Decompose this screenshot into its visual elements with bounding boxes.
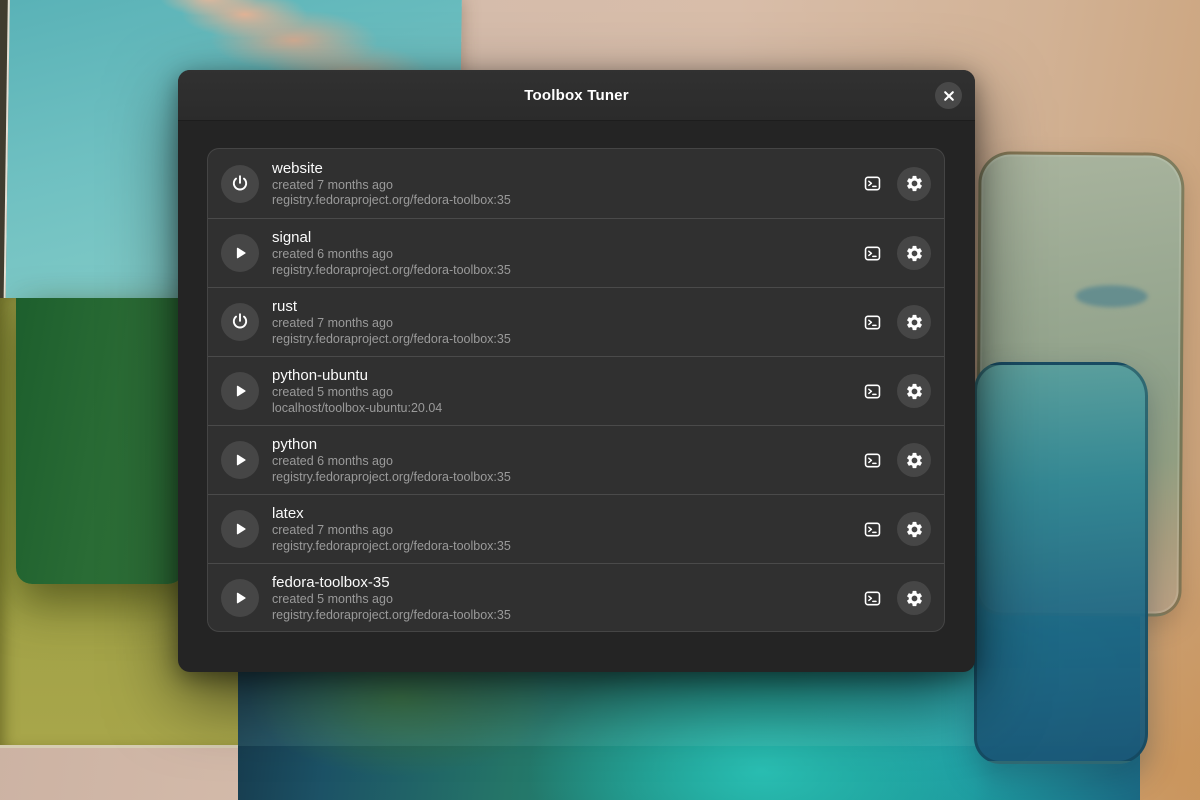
row-actions (856, 581, 931, 615)
toolbox-created: created 7 months ago (272, 523, 511, 539)
toolbox-info: fedora-toolbox-35 created 5 months ago r… (272, 573, 511, 623)
settings-button[interactable] (897, 374, 931, 408)
toolbox-image: registry.fedoraproject.org/fedora-toolbo… (272, 539, 511, 555)
terminal-icon (863, 520, 882, 539)
start-stop-button[interactable] (221, 372, 259, 410)
toolbox-created: created 7 months ago (272, 178, 511, 194)
toolbox-image: registry.fedoraproject.org/fedora-toolbo… (272, 470, 511, 486)
settings-button[interactable] (897, 443, 931, 477)
row-actions (856, 167, 931, 201)
settings-button[interactable] (897, 236, 931, 270)
gear-icon (905, 451, 924, 470)
terminal-icon (863, 451, 882, 470)
toolbox-name: latex (272, 504, 511, 523)
toolbox-name: signal (272, 228, 511, 247)
power-icon (230, 174, 250, 194)
open-terminal-button[interactable] (856, 237, 888, 269)
toolbox-row: latex created 7 months ago registry.fedo… (208, 494, 944, 563)
toolbox-image: registry.fedoraproject.org/fedora-toolbo… (272, 263, 511, 279)
toolbox-created: created 6 months ago (272, 454, 511, 470)
window-title: Toolbox Tuner (524, 87, 629, 104)
toolbox-info: latex created 7 months ago registry.fedo… (272, 504, 511, 554)
start-stop-button[interactable] (221, 579, 259, 617)
toolbox-name: fedora-toolbox-35 (272, 573, 511, 592)
toolbox-info: rust created 7 months ago registry.fedor… (272, 297, 511, 347)
gear-icon (905, 382, 924, 401)
titlebar[interactable]: Toolbox Tuner (178, 70, 975, 121)
wallpaper-green-rectangle (16, 298, 184, 584)
play-icon (230, 243, 250, 263)
toolbox-row: python created 6 months ago registry.fed… (208, 425, 944, 494)
wallpaper-glass-teal-shape (974, 362, 1148, 764)
open-terminal-button[interactable] (856, 444, 888, 476)
open-terminal-button[interactable] (856, 513, 888, 545)
start-stop-button[interactable] (221, 165, 259, 203)
toolbox-row: rust created 7 months ago registry.fedor… (208, 287, 944, 356)
toolbox-name: python-ubuntu (272, 366, 442, 385)
toolbox-name: website (272, 159, 511, 178)
row-actions (856, 305, 931, 339)
toolbox-image: registry.fedoraproject.org/fedora-toolbo… (272, 608, 511, 624)
toolbox-created: created 6 months ago (272, 247, 511, 263)
toolbox-created: created 5 months ago (272, 385, 442, 401)
row-actions (856, 236, 931, 270)
terminal-icon (863, 382, 882, 401)
play-icon (230, 519, 250, 539)
power-icon (230, 312, 250, 332)
terminal-icon (863, 589, 882, 608)
toolbox-row: website created 7 months ago registry.fe… (208, 149, 944, 218)
toolbox-row: python-ubuntu created 5 months ago local… (208, 356, 944, 425)
window-content: website created 7 months ago registry.fe… (178, 121, 975, 672)
settings-button[interactable] (897, 581, 931, 615)
toolbox-image: localhost/toolbox-ubuntu:20.04 (272, 401, 442, 417)
toolbox-info: signal created 6 months ago registry.fed… (272, 228, 511, 278)
settings-button[interactable] (897, 305, 931, 339)
terminal-icon (863, 244, 882, 263)
toolbox-name: python (272, 435, 511, 454)
close-button[interactable] (935, 82, 962, 109)
start-stop-button[interactable] (221, 234, 259, 272)
gear-icon (905, 244, 924, 263)
toolbox-created: created 5 months ago (272, 592, 511, 608)
toolbox-tuner-window: Toolbox Tuner w (178, 70, 975, 672)
gear-icon (905, 174, 924, 193)
start-stop-button[interactable] (221, 510, 259, 548)
settings-button[interactable] (897, 512, 931, 546)
play-icon (230, 450, 250, 470)
gear-icon (905, 589, 924, 608)
gear-icon (905, 520, 924, 539)
toolbox-info: python created 6 months ago registry.fed… (272, 435, 511, 485)
toolbox-image: registry.fedoraproject.org/fedora-toolbo… (272, 193, 511, 209)
open-terminal-button[interactable] (856, 168, 888, 200)
close-icon (943, 90, 955, 102)
toolbox-name: rust (272, 297, 511, 316)
terminal-icon (863, 174, 882, 193)
open-terminal-button[interactable] (856, 582, 888, 614)
play-icon (230, 588, 250, 608)
toolbox-info: website created 7 months ago registry.fe… (272, 159, 511, 209)
toolbox-created: created 7 months ago (272, 316, 511, 332)
toolbox-info: python-ubuntu created 5 months ago local… (272, 366, 442, 416)
toolbox-list: website created 7 months ago registry.fe… (207, 148, 945, 632)
settings-button[interactable] (897, 167, 931, 201)
open-terminal-button[interactable] (856, 375, 888, 407)
wallpaper-teal-smudge (1076, 285, 1148, 308)
row-actions (856, 374, 931, 408)
row-actions (856, 443, 931, 477)
open-terminal-button[interactable] (856, 306, 888, 338)
start-stop-button[interactable] (221, 303, 259, 341)
gear-icon (905, 313, 924, 332)
start-stop-button[interactable] (221, 441, 259, 479)
row-actions (856, 512, 931, 546)
toolbox-image: registry.fedoraproject.org/fedora-toolbo… (272, 332, 511, 348)
terminal-icon (863, 313, 882, 332)
toolbox-row: fedora-toolbox-35 created 5 months ago r… (208, 563, 944, 632)
play-icon (230, 381, 250, 401)
toolbox-row: signal created 6 months ago registry.fed… (208, 218, 944, 287)
